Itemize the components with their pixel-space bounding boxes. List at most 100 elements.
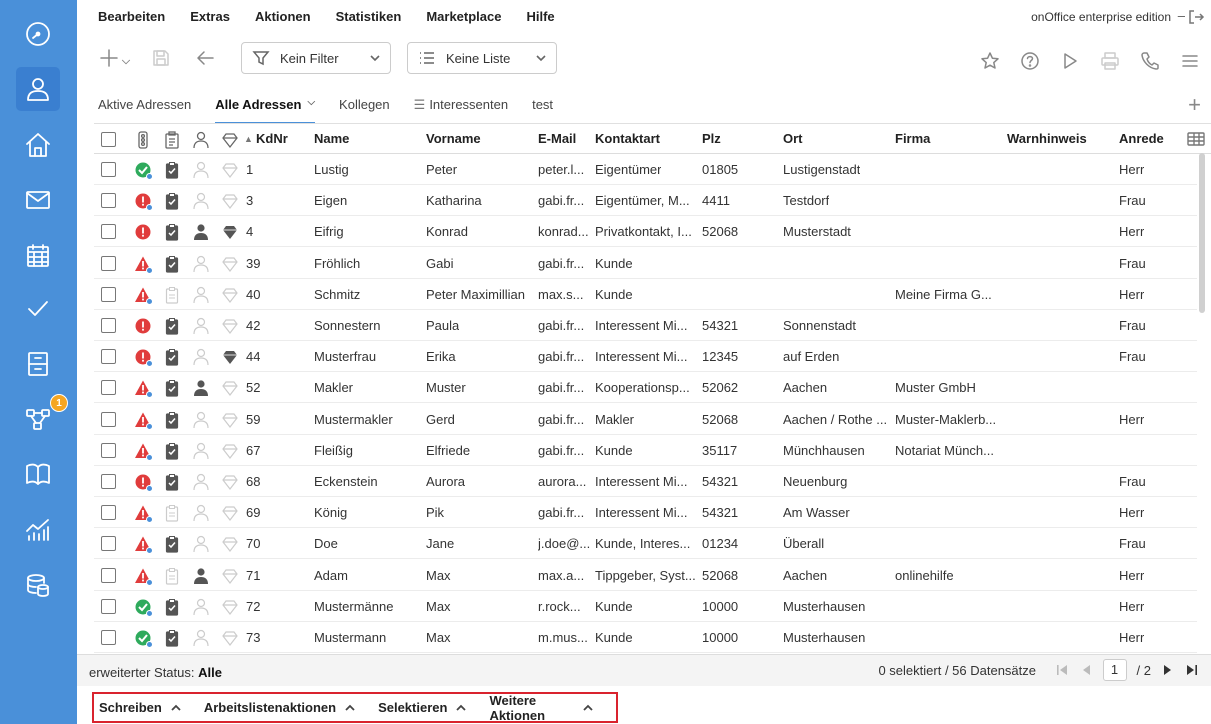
- diamond-icon[interactable]: [221, 504, 239, 522]
- clipboard-icon[interactable]: [163, 504, 181, 522]
- clipboard-icon[interactable]: [163, 629, 181, 647]
- status-error-icon[interactable]: [134, 473, 153, 492]
- mail-icon[interactable]: [16, 178, 60, 222]
- row-checkbox[interactable]: [101, 442, 116, 458]
- table-row[interactable]: 73 Mustermann Max m.mus... Kunde 10000 Musterh…: [94, 622, 1197, 653]
- extended-status[interactable]: erweiterter Status: Alle: [89, 665, 222, 680]
- diamond-icon[interactable]: [221, 567, 239, 585]
- diamond-icon[interactable]: [221, 348, 239, 366]
- clipboard-icon[interactable]: [163, 317, 181, 335]
- menu-statistiken[interactable]: Statistiken: [336, 9, 402, 24]
- clipboard-icon[interactable]: [163, 567, 181, 585]
- diamond-icon[interactable]: [221, 411, 239, 429]
- tab-interessenten[interactable]: ☰ Interessenten: [414, 97, 508, 123]
- person-icon[interactable]: [192, 567, 210, 585]
- col-ort[interactable]: Ort: [783, 131, 803, 146]
- col-anrede[interactable]: Anrede: [1119, 131, 1164, 146]
- table-row[interactable]: 39 Fröhlich Gabi gabi.fr... Kunde Frau: [94, 248, 1197, 279]
- status-warning-icon[interactable]: [134, 379, 153, 399]
- hamburger-menu-icon[interactable]: [1178, 49, 1202, 73]
- minimize-button[interactable]: –: [1178, 8, 1185, 23]
- clipboard-icon[interactable]: [163, 535, 181, 553]
- person-icon[interactable]: [192, 348, 210, 366]
- diamond-icon[interactable]: [221, 442, 239, 460]
- diamond-icon[interactable]: [221, 379, 239, 397]
- tab-aktive-adressen[interactable]: Aktive Adressen: [98, 97, 191, 123]
- row-checkbox[interactable]: [101, 162, 116, 177]
- row-checkbox[interactable]: [101, 380, 116, 396]
- col-firma[interactable]: Firma: [895, 131, 930, 146]
- addresses-icon[interactable]: [16, 67, 60, 111]
- diamond-icon[interactable]: [221, 286, 239, 304]
- book-icon[interactable]: [16, 452, 60, 496]
- status-warning-icon[interactable]: [134, 411, 153, 430]
- add-dropdown-chevron-icon[interactable]: [119, 50, 133, 74]
- row-checkbox[interactable]: [101, 411, 116, 427]
- tasks-check-icon[interactable]: [16, 287, 60, 331]
- clipboard-icon[interactable]: [163, 411, 181, 429]
- person-icon[interactable]: [192, 629, 210, 647]
- row-checkbox[interactable]: [101, 567, 116, 583]
- menu-bearbeiten[interactable]: Bearbeiten: [98, 9, 165, 24]
- tab-kollegen[interactable]: Kollegen: [339, 97, 390, 123]
- action-weitere-aktionen[interactable]: Weitere Aktionen: [489, 693, 594, 723]
- table-row[interactable]: 71 Adam Max max.a... Tippgeber, Syst... 52068…: [94, 560, 1197, 591]
- row-checkbox[interactable]: [101, 349, 116, 365]
- clipboard-icon[interactable]: [163, 473, 181, 491]
- menu-hilfe[interactable]: Hilfe: [526, 9, 554, 24]
- col-name[interactable]: Name: [314, 131, 349, 146]
- diamond-icon[interactable]: [221, 317, 239, 335]
- status-error-icon[interactable]: [134, 317, 152, 335]
- status-ok-icon[interactable]: [134, 161, 153, 180]
- print-icon[interactable]: [1098, 49, 1122, 73]
- person-icon[interactable]: [192, 255, 210, 273]
- table-row[interactable]: 3 Eigen Katharina gabi.fr... Eigentümer, M..…: [94, 185, 1197, 217]
- menu-marketplace[interactable]: Marketplace: [426, 9, 501, 24]
- diamond-icon[interactable]: [221, 629, 239, 647]
- col-vorname[interactable]: Vorname: [426, 131, 481, 146]
- table-row[interactable]: 59 Mustermakler Gerd gabi.fr... Makler 52068 A…: [94, 404, 1197, 435]
- table-scrollbar[interactable]: [1199, 153, 1205, 313]
- row-checkbox[interactable]: [101, 536, 116, 552]
- table-row[interactable]: 44 Musterfrau Erika gabi.fr... Interessent M…: [94, 341, 1197, 373]
- filter-dropdown[interactable]: Kein Filter: [241, 42, 391, 74]
- add-tab-icon[interactable]: +: [1188, 94, 1201, 116]
- clipboard-icon[interactable]: [163, 286, 181, 304]
- database-icon[interactable]: [16, 563, 60, 607]
- person-icon[interactable]: [192, 598, 210, 616]
- diamond-icon[interactable]: [221, 255, 239, 273]
- col-warnhinweis[interactable]: Warnhinweis: [1007, 131, 1087, 146]
- diamond-icon[interactable]: [221, 535, 239, 553]
- statistics-icon[interactable]: [16, 507, 60, 551]
- row-checkbox[interactable]: [101, 193, 116, 209]
- menu-extras[interactable]: Extras: [190, 9, 230, 24]
- chevron-down-icon[interactable]: ⌵: [307, 97, 315, 108]
- person-icon[interactable]: [192, 473, 210, 491]
- status-warning-icon[interactable]: [134, 535, 153, 555]
- action-arbeitslistenaktionen[interactable]: Arbeitslistenaktionen: [204, 700, 356, 715]
- sort-asc-icon[interactable]: ▲: [244, 134, 253, 144]
- archive-icon[interactable]: [16, 342, 60, 386]
- calendar-icon[interactable]: [16, 234, 60, 278]
- status-warning-icon[interactable]: [134, 286, 153, 305]
- dashboard-icon[interactable]: [16, 12, 60, 56]
- row-checkbox[interactable]: [101, 474, 116, 489]
- table-row[interactable]: 52 Makler Muster gabi.fr... Kooperationsp...…: [94, 372, 1197, 404]
- status-warning-icon[interactable]: [134, 504, 153, 524]
- traffic-light-header-icon[interactable]: [134, 131, 152, 149]
- diamond-icon[interactable]: [221, 598, 239, 616]
- person-icon[interactable]: [192, 192, 210, 210]
- row-checkbox[interactable]: [101, 630, 116, 645]
- list-dropdown[interactable]: Keine Liste: [407, 42, 557, 74]
- status-error-icon[interactable]: [134, 348, 153, 368]
- person-icon[interactable]: [192, 286, 210, 304]
- clipboard-icon[interactable]: [163, 192, 181, 210]
- person-icon[interactable]: [192, 411, 210, 429]
- status-error-icon[interactable]: [134, 223, 152, 241]
- play-icon[interactable]: [1058, 49, 1082, 73]
- clipboard-icon[interactable]: [163, 223, 181, 241]
- person-icon[interactable]: [192, 504, 210, 522]
- table-row[interactable]: 72 Mustermänne Max r.rock... Kunde 10000 Muste…: [94, 591, 1197, 622]
- menu-aktionen[interactable]: Aktionen: [255, 9, 311, 24]
- page-number-input[interactable]: 1: [1102, 659, 1127, 681]
